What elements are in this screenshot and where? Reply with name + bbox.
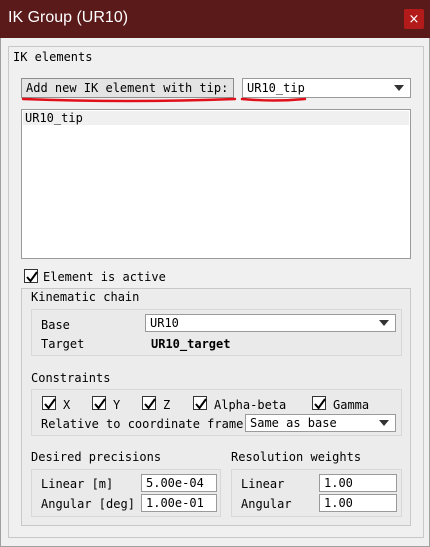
constraint-z-label: Z [163,398,171,412]
title-bar: IK Group (UR10) × [0,0,430,38]
tip-dummy-select[interactable]: UR10_tip [242,78,411,98]
element-active-label: Element is active [43,270,166,284]
constraint-gamma-checkbox[interactable] [312,396,326,410]
checkmark-icon [44,398,56,410]
target-label: Target [41,337,85,351]
add-ik-element-button-label: Add new IK element with tip: [26,81,229,95]
weight-angular-label: Angular [241,497,292,511]
precision-linear-label: Linear [m] [41,477,114,491]
precision-linear-input[interactable]: 5.00e-04 [141,474,217,492]
weight-linear-label: Linear [241,477,285,491]
weight-angular-value: 1.00 [324,496,353,510]
annotation-underline-button [21,97,237,103]
chevron-down-icon [394,85,404,91]
chevron-down-icon [379,320,389,326]
coordinate-frame-label: Relative to coordinate frame [41,417,244,431]
add-ik-element-button[interactable]: Add new IK element with tip: [21,78,234,98]
constraint-alpha-beta-checkbox[interactable] [193,396,207,410]
base-select-value: UR10 [150,316,179,330]
constraints-label: Constraints [31,371,111,385]
precision-angular-value: 1.00e-01 [146,496,204,510]
constraint-y-checkbox[interactable] [92,396,106,410]
coordinate-frame-select-value: Same as base [250,416,337,430]
target-value: UR10_target [151,337,231,351]
resolution-weights-label: Resolution weights [231,450,362,464]
ik-elements-list[interactable]: UR10_tip [21,109,411,259]
ik-elements-label: IK elements [13,50,93,64]
tip-dummy-select-value: UR10_tip [247,81,305,95]
precision-angular-input[interactable]: 1.00e-01 [141,494,217,512]
kinematic-chain-label: Kinematic chain [31,290,140,304]
constraint-z-checkbox[interactable] [142,396,156,410]
weight-linear-input[interactable]: 1.00 [319,474,397,492]
chevron-down-icon [379,420,389,426]
precision-linear-value: 5.00e-04 [146,476,204,490]
constraint-alpha-beta-label: Alpha-beta [214,398,287,412]
dialog-body: IK elements Add new IK element with tip:… [0,38,430,547]
precision-angular-label: Angular [deg] [41,497,135,511]
close-button[interactable]: × [404,9,424,29]
coordinate-frame-select[interactable]: Same as base [245,414,396,432]
checkmark-icon [94,398,106,410]
checkmark-icon [26,271,38,283]
desired-precisions-label: Desired precisions [31,450,162,464]
window-title: IK Group (UR10) [8,9,129,26]
weight-angular-input[interactable]: 1.00 [319,494,397,512]
checkmark-icon [144,398,156,410]
weight-linear-value: 1.00 [324,476,353,490]
checkmark-icon [195,398,207,410]
checkmark-icon [314,398,326,410]
base-select[interactable]: UR10 [145,314,396,332]
list-item[interactable]: UR10_tip [23,111,409,125]
constraint-y-label: Y [113,398,121,412]
constraint-x-label: X [63,398,71,412]
element-active-checkbox[interactable] [24,269,38,283]
close-icon: × [408,11,420,27]
constraint-gamma-label: Gamma [333,398,370,412]
base-label: Base [41,318,70,332]
constraint-x-checkbox[interactable] [42,396,56,410]
annotation-underline-tip [240,97,307,102]
